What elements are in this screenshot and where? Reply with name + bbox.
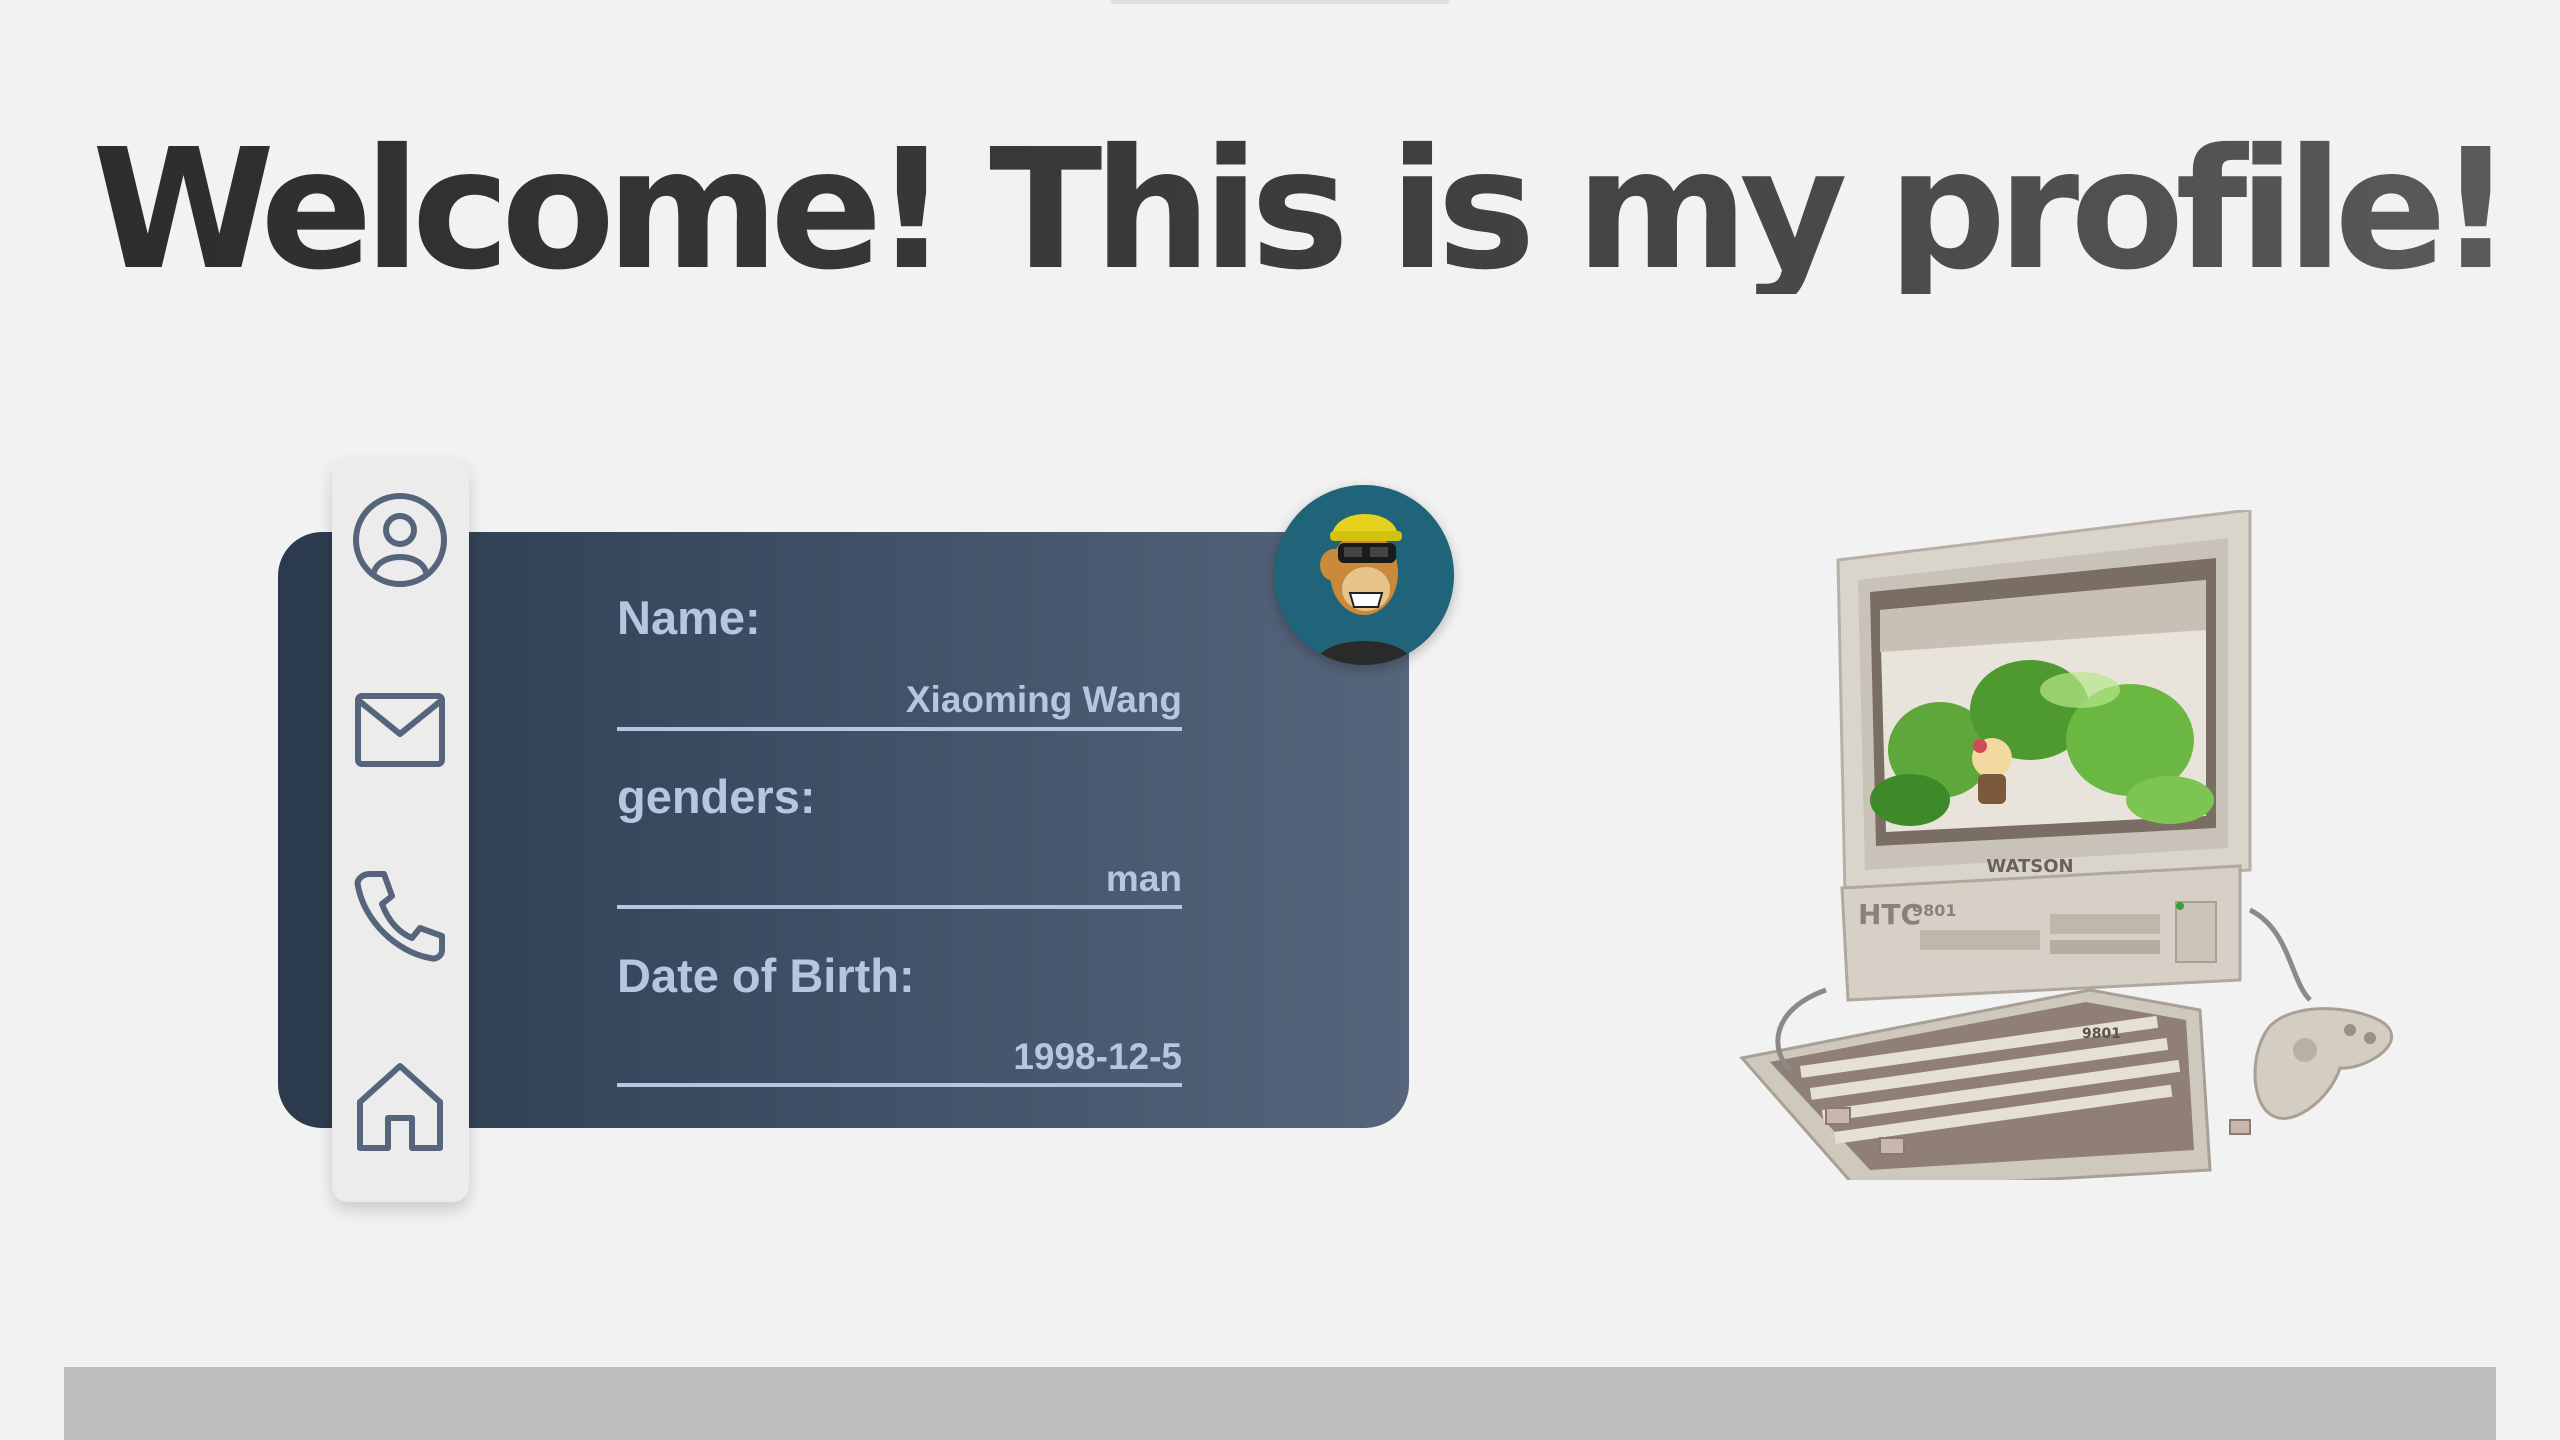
profile-sidebar bbox=[332, 458, 469, 1202]
computer-brand: WATSON bbox=[1986, 856, 2073, 877]
gender-underline bbox=[617, 905, 1182, 909]
profile-page: Welcome! This is my profile! Name: Xiaom… bbox=[0, 0, 2560, 1440]
computer-model-number: 9801 bbox=[1912, 901, 1957, 920]
top-tab-handle bbox=[1110, 0, 1450, 4]
user-circle-icon[interactable] bbox=[350, 490, 450, 590]
gender-value: man bbox=[1105, 858, 1182, 899]
name-label: Name: bbox=[617, 591, 761, 644]
name-value: Xiaoming Wang bbox=[905, 679, 1182, 720]
dob-underline bbox=[617, 1083, 1182, 1087]
avatar[interactable] bbox=[1274, 485, 1454, 665]
gender-label: genders: bbox=[617, 770, 816, 823]
mail-icon[interactable] bbox=[350, 680, 450, 780]
home-icon[interactable] bbox=[350, 1056, 450, 1156]
dob-label: Date of Birth: bbox=[617, 949, 915, 1002]
retro-computer-illustration: WATSON HTC 9801 9801 bbox=[1730, 510, 2400, 1180]
footer-bar bbox=[64, 1367, 2496, 1440]
ape-avatar-illustration bbox=[1274, 485, 1454, 665]
name-underline bbox=[617, 727, 1182, 731]
keyboard-model-number: 9801 bbox=[2082, 1026, 2121, 1042]
page-title: Welcome! This is my profile! bbox=[92, 114, 2514, 307]
dob-value: 1998-12-5 bbox=[1013, 1036, 1182, 1077]
phone-icon[interactable] bbox=[350, 866, 450, 966]
